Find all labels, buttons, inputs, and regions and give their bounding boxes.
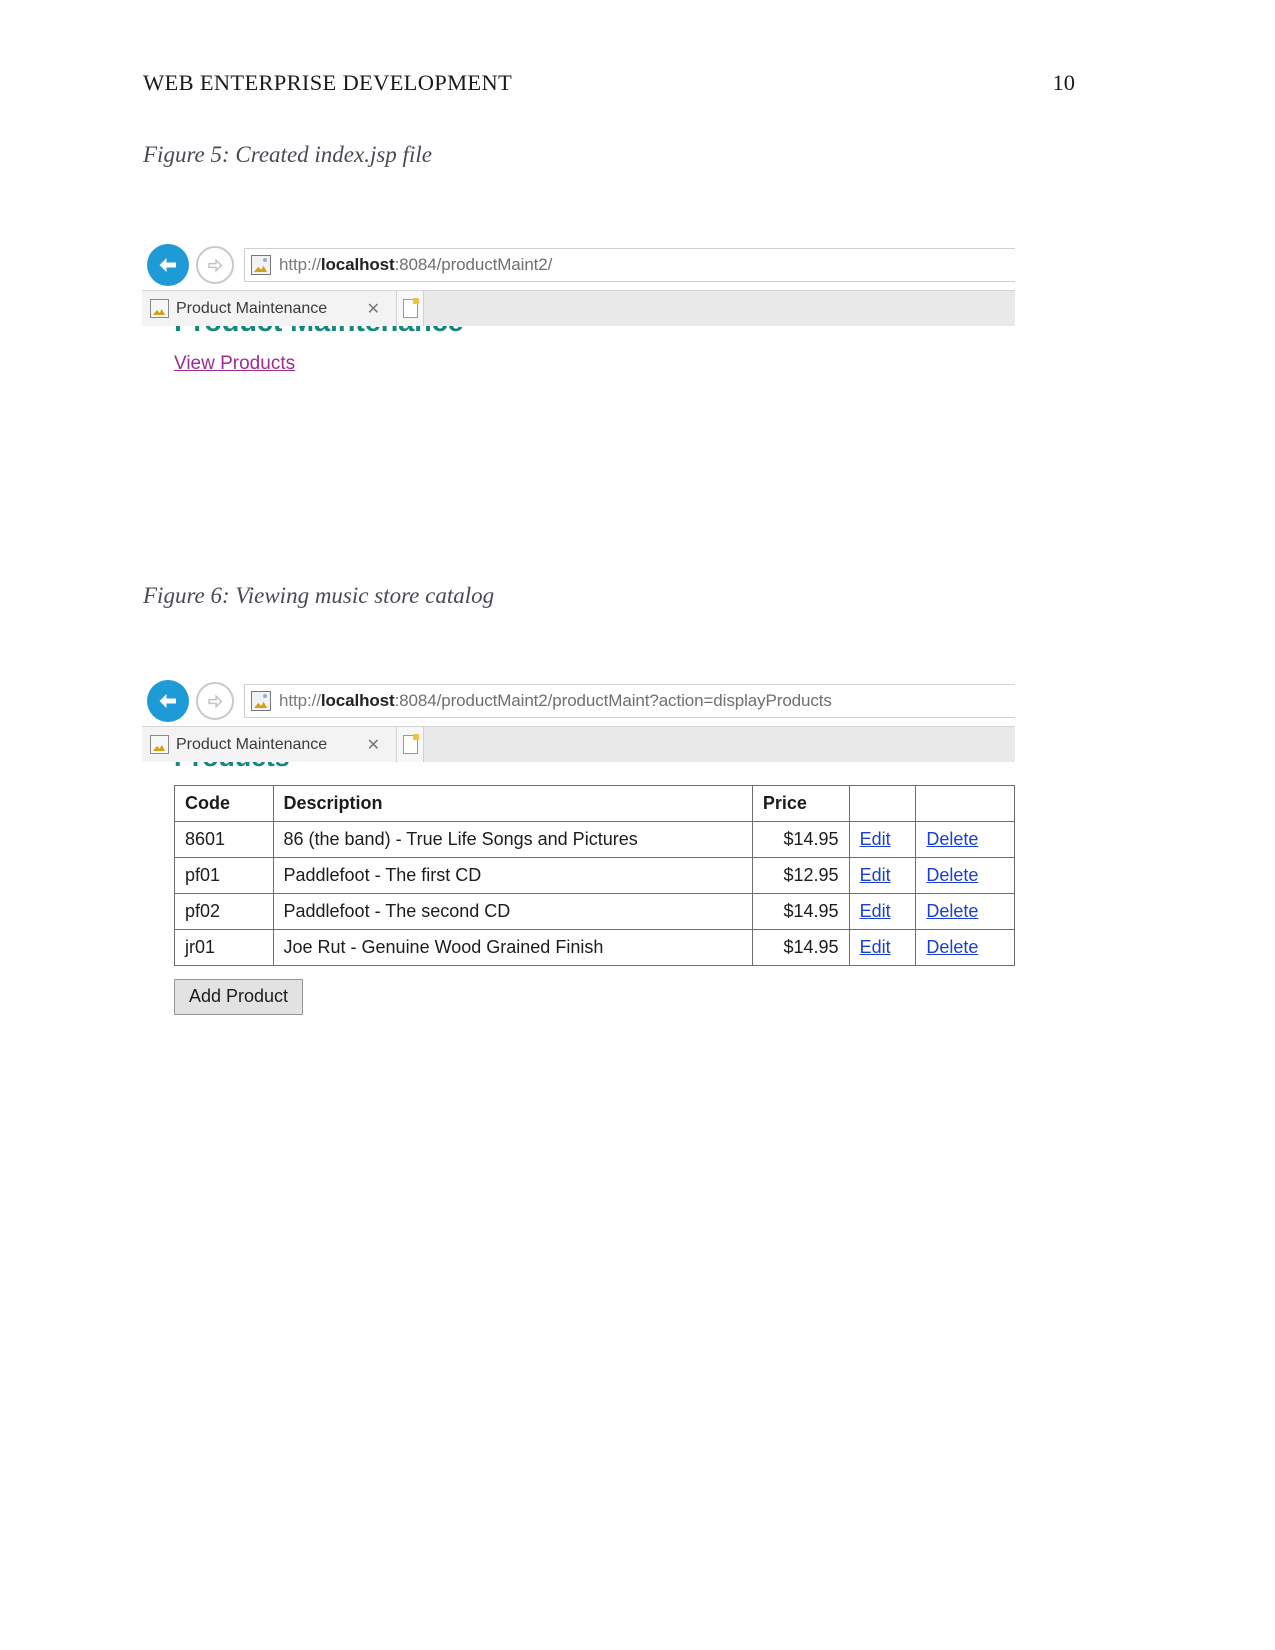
cell-edit: Edit bbox=[848, 929, 917, 966]
delete-link[interactable]: Delete bbox=[926, 829, 978, 849]
table-header-row: Code Description Price bbox=[174, 785, 1015, 822]
cell-delete: Delete bbox=[915, 893, 1015, 930]
url-host-2: localhost bbox=[320, 691, 395, 710]
document-page: WEB ENTERPRISE DEVELOPMENT 10 Figure 5: … bbox=[0, 0, 1275, 1650]
back-arrow-icon[interactable] bbox=[147, 244, 189, 286]
products-table: Code Description Price 8601 86 (the band… bbox=[174, 785, 1015, 966]
edit-link[interactable]: Edit bbox=[860, 865, 891, 885]
column-header-edit bbox=[848, 785, 917, 822]
table-row: pf02 Paddlefoot - The second CD $14.95 E… bbox=[174, 893, 1015, 930]
table-row: pf01 Paddlefoot - The first CD $12.95 Ed… bbox=[174, 857, 1015, 894]
edit-link[interactable]: Edit bbox=[860, 937, 891, 957]
running-head-title: WEB ENTERPRISE DEVELOPMENT bbox=[143, 70, 513, 95]
cell-delete: Delete bbox=[915, 857, 1015, 894]
column-header-code: Code bbox=[174, 785, 274, 822]
delete-link[interactable]: Delete bbox=[926, 865, 978, 885]
table-row: 8601 86 (the band) - True Life Songs and… bbox=[174, 821, 1015, 858]
add-product-button[interactable]: Add Product bbox=[174, 979, 304, 1015]
cell-code: 8601 bbox=[174, 821, 274, 858]
forward-arrow-icon[interactable] bbox=[196, 682, 234, 720]
new-tab-icon[interactable] bbox=[397, 727, 424, 762]
column-header-price: Price bbox=[751, 785, 850, 822]
cell-delete: Delete bbox=[915, 929, 1015, 966]
new-tab-glyph bbox=[402, 734, 419, 754]
tab-favicon-icon bbox=[150, 735, 169, 754]
new-tab-glyph bbox=[402, 298, 419, 318]
url-path-1: :8084/productMaint2/ bbox=[394, 255, 553, 274]
browser-chrome-2: http://localhost:8084/productMaint2/prod… bbox=[142, 676, 1015, 762]
column-header-description: Description bbox=[272, 785, 753, 822]
tab-favicon-icon bbox=[150, 299, 169, 318]
cell-code: pf01 bbox=[174, 857, 274, 894]
cell-price: $14.95 bbox=[751, 893, 850, 930]
view-products-link[interactable]: View Products bbox=[174, 353, 295, 375]
cell-price: $14.95 bbox=[751, 929, 850, 966]
address-bar-text-1: http://localhost:8084/productMaint2/ bbox=[279, 255, 552, 275]
navigation-row-1: http://localhost:8084/productMaint2/ bbox=[142, 240, 1015, 290]
cell-description: Joe Rut - Genuine Wood Grained Finish bbox=[272, 929, 753, 966]
page-image-icon bbox=[251, 255, 271, 275]
cell-price: $12.95 bbox=[751, 857, 850, 894]
figure-5-browser-screenshot: http://localhost:8084/productMaint2/ Pro… bbox=[142, 240, 1015, 480]
back-arrow-icon[interactable] bbox=[147, 680, 189, 722]
tab-strip-1: Product Maintenance ✕ bbox=[142, 290, 1015, 326]
cell-code: jr01 bbox=[174, 929, 274, 966]
tab-strip-filler-1 bbox=[424, 291, 1015, 326]
browser-chrome-1: http://localhost:8084/productMaint2/ Pro… bbox=[142, 240, 1015, 326]
address-bar-1[interactable]: http://localhost:8084/productMaint2/ bbox=[244, 248, 1015, 282]
products-table-body: 8601 86 (the band) - True Life Songs and… bbox=[174, 821, 1015, 966]
navigation-row-2: http://localhost:8084/productMaint2/prod… bbox=[142, 676, 1015, 726]
cell-description: 86 (the band) - True Life Songs and Pict… bbox=[272, 821, 753, 858]
delete-link[interactable]: Delete bbox=[926, 937, 978, 957]
figure-6-browser-screenshot: http://localhost:8084/productMaint2/prod… bbox=[142, 676, 1015, 1046]
column-header-delete bbox=[915, 785, 1015, 822]
cell-edit: Edit bbox=[848, 821, 917, 858]
tab-strip-filler-2 bbox=[424, 727, 1015, 762]
delete-link[interactable]: Delete bbox=[926, 901, 978, 921]
table-row: jr01 Joe Rut - Genuine Wood Grained Fini… bbox=[174, 929, 1015, 966]
forward-arrow-icon[interactable] bbox=[196, 246, 234, 284]
figure-5-caption: Figure 5: Created index.jsp file bbox=[143, 142, 432, 167]
browser-tab-2[interactable]: Product Maintenance ✕ bbox=[142, 727, 397, 762]
cell-description: Paddlefoot - The second CD bbox=[272, 893, 753, 930]
address-bar-2[interactable]: http://localhost:8084/productMaint2/prod… bbox=[244, 684, 1015, 718]
close-icon[interactable]: ✕ bbox=[367, 735, 380, 755]
url-path-2: :8084/productMaint2/productMaint?action=… bbox=[394, 691, 832, 710]
address-bar-text-2: http://localhost:8084/productMaint2/prod… bbox=[279, 691, 832, 711]
tab-title-1: Product Maintenance bbox=[176, 299, 328, 317]
page-number: 10 bbox=[1052, 70, 1076, 95]
cell-delete: Delete bbox=[915, 821, 1015, 858]
url-scheme-1: http:// bbox=[279, 255, 321, 274]
cell-price: $14.95 bbox=[751, 821, 850, 858]
browser-tab-1[interactable]: Product Maintenance ✕ bbox=[142, 291, 397, 326]
page-image-icon bbox=[251, 691, 271, 711]
cell-edit: Edit bbox=[848, 893, 917, 930]
tab-title-2: Product Maintenance bbox=[176, 735, 328, 753]
running-head: WEB ENTERPRISE DEVELOPMENT 10 bbox=[143, 70, 1075, 96]
rendered-page-2: Products Code Description Price 8601 86 … bbox=[142, 726, 1015, 1015]
url-scheme-2: http:// bbox=[279, 691, 321, 710]
tab-strip-2: Product Maintenance ✕ bbox=[142, 726, 1015, 762]
edit-link[interactable]: Edit bbox=[860, 901, 891, 921]
cell-code: pf02 bbox=[174, 893, 274, 930]
url-host-1: localhost bbox=[320, 255, 395, 274]
cell-edit: Edit bbox=[848, 857, 917, 894]
close-icon[interactable]: ✕ bbox=[367, 299, 380, 319]
cell-description: Paddlefoot - The first CD bbox=[272, 857, 753, 894]
new-tab-icon[interactable] bbox=[397, 291, 424, 326]
products-table-head: Code Description Price bbox=[174, 785, 1015, 822]
figure-6-caption: Figure 6: Viewing music store catalog bbox=[143, 583, 495, 608]
edit-link[interactable]: Edit bbox=[860, 829, 891, 849]
